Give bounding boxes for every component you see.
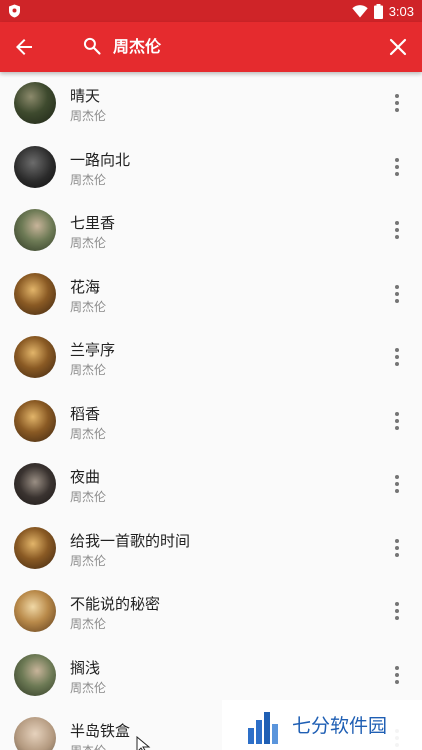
song-title: 不能说的秘密 xyxy=(70,595,161,613)
song-title: 搁浅 xyxy=(70,658,101,677)
song-artist: 周杰伦 xyxy=(70,553,107,568)
more-vert-icon[interactable] xyxy=(394,475,400,493)
song-row[interactable]: 花海 周杰伦 xyxy=(0,263,422,327)
more-vert-icon[interactable] xyxy=(394,665,400,684)
search-app-bar xyxy=(0,22,422,72)
song-title: 花海 xyxy=(70,277,101,296)
song-artist: 周杰伦 xyxy=(70,680,107,695)
song-row[interactable]: 一路向北 周杰伦 xyxy=(0,136,422,200)
album-cover xyxy=(14,717,56,750)
song-title: 一路向北 xyxy=(70,150,131,169)
status-bar: 3:03 xyxy=(0,0,422,22)
song-title: 半岛铁盒 xyxy=(70,722,131,740)
album-cover xyxy=(14,209,56,251)
song-row[interactable]: 兰亭序 周杰伦 xyxy=(0,326,422,390)
status-time: 3:03 xyxy=(388,3,414,19)
close-icon[interactable] xyxy=(388,37,408,57)
song-artist: 周杰伦 xyxy=(70,363,107,377)
watermark-text: 七分软件园 xyxy=(292,715,388,737)
song-title: 给我一首歌的时间 xyxy=(70,531,191,550)
album-cover xyxy=(14,526,56,569)
mouse-cursor-icon xyxy=(136,736,151,750)
song-list: 晴天 周杰伦 一路向北 周杰伦 七里香 周杰伦 花海 周杰伦 兰亭序 周杰伦 稻… xyxy=(0,72,422,750)
album-cover xyxy=(14,399,56,442)
song-row[interactable]: 给我一首歌的时间 周杰伦 xyxy=(0,517,422,581)
more-vert-icon[interactable] xyxy=(394,411,400,430)
more-vert-icon[interactable] xyxy=(394,348,400,366)
more-vert-icon[interactable] xyxy=(394,94,400,112)
more-vert-icon[interactable] xyxy=(394,157,400,176)
search-input[interactable] xyxy=(113,22,363,72)
more-vert-icon[interactable] xyxy=(394,284,400,303)
album-cover xyxy=(14,145,56,188)
more-vert-icon[interactable] xyxy=(394,602,400,620)
song-title: 晴天 xyxy=(70,87,101,105)
album-cover xyxy=(14,336,56,378)
song-artist: 周杰伦 xyxy=(70,299,107,314)
song-artist: 周杰伦 xyxy=(70,742,106,750)
more-vert-icon[interactable] xyxy=(394,221,400,239)
song-artist: 周杰伦 xyxy=(70,490,107,504)
song-artist: 周杰伦 xyxy=(70,172,107,187)
battery-icon xyxy=(373,3,383,19)
song-row[interactable]: 夜曲 周杰伦 xyxy=(0,453,422,517)
album-cover xyxy=(14,463,56,505)
song-artist: 周杰伦 xyxy=(70,617,107,631)
song-title: 稻香 xyxy=(70,404,101,423)
song-row[interactable]: 稻香 周杰伦 xyxy=(0,390,422,454)
wifi-icon xyxy=(351,4,368,17)
song-row[interactable]: 搁浅 周杰伦 xyxy=(0,644,422,708)
arrow-left-icon[interactable] xyxy=(12,35,36,59)
song-row[interactable]: 七里香 周杰伦 xyxy=(0,199,422,263)
watermark-logo-icon xyxy=(248,712,278,744)
album-cover xyxy=(14,82,56,124)
album-cover xyxy=(14,653,56,696)
album-cover xyxy=(14,590,56,632)
song-row[interactable]: 晴天 周杰伦 xyxy=(0,72,422,136)
song-artist: 周杰伦 xyxy=(70,236,107,250)
more-vert-icon[interactable] xyxy=(394,538,400,557)
album-cover xyxy=(14,272,56,315)
song-artist: 周杰伦 xyxy=(70,426,107,441)
watermark: 七分软件园 xyxy=(222,700,422,750)
shield-icon xyxy=(9,4,20,18)
search-icon xyxy=(83,37,101,55)
song-title: 兰亭序 xyxy=(70,341,116,359)
song-row[interactable]: 不能说的秘密 周杰伦 xyxy=(0,580,422,644)
song-title: 七里香 xyxy=(70,214,116,232)
song-artist: 周杰伦 xyxy=(70,109,107,123)
song-title: 夜曲 xyxy=(70,468,101,486)
